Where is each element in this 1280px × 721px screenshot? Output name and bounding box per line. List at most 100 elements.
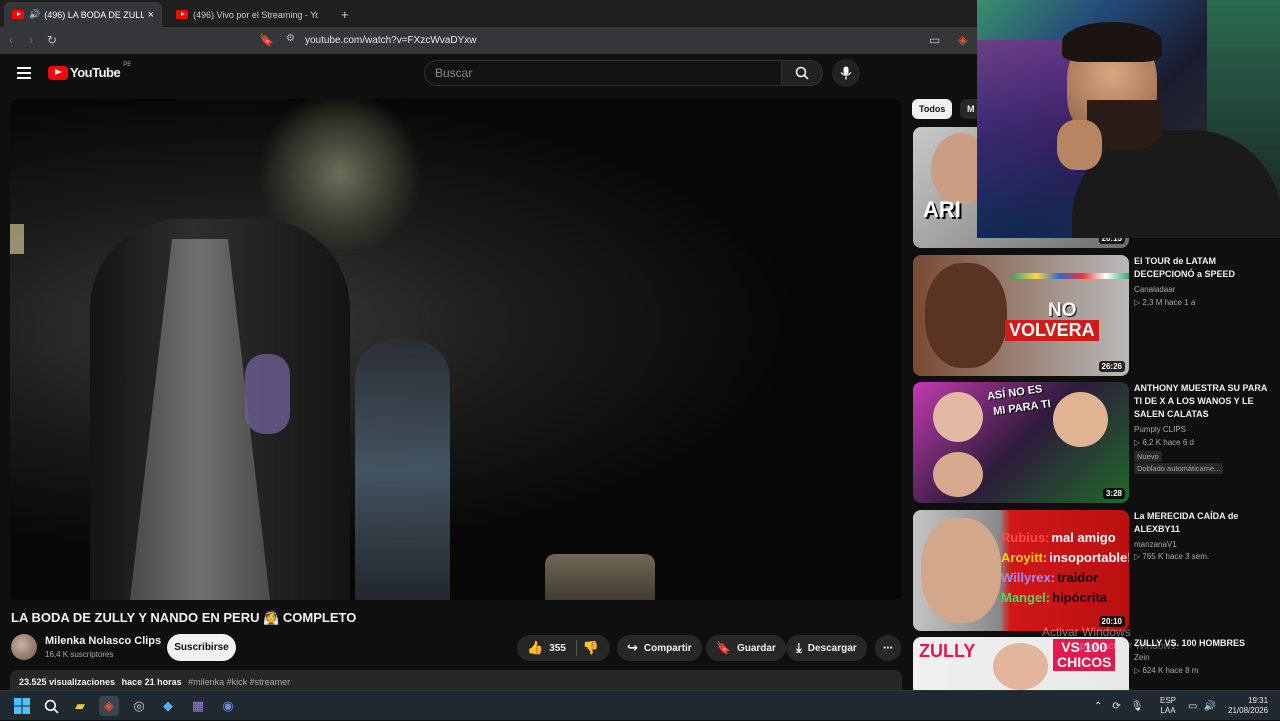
- forward-icon[interactable]: ›: [29, 33, 33, 47]
- app-icon-2[interactable]: ◆: [158, 696, 178, 716]
- quote-text: insoportable!: [1049, 550, 1129, 565]
- bookmark-icon[interactable]: 🔖: [259, 33, 274, 47]
- streamer-hair: [1062, 22, 1162, 62]
- thumb-face: [921, 518, 1001, 623]
- clock[interactable]: 19:31 21/08/2026: [1228, 691, 1268, 721]
- mic-tray-icon[interactable]: 🎙: [1131, 701, 1144, 712]
- like-icon[interactable]: 👍: [527, 640, 543, 656]
- quote-name: Mangel:: [1001, 590, 1051, 605]
- brave-shield-icon[interactable]: ◈: [958, 33, 967, 47]
- voice-search-button[interactable]: [832, 59, 860, 87]
- site-settings-icon[interactable]: ⚙: [286, 33, 295, 44]
- description-box[interactable]: 23.525 visualizaciones hace 21 horas #mi…: [10, 670, 902, 690]
- thumb-face: [993, 643, 1048, 690]
- save-button[interactable]: 🔖 Guardar: [706, 635, 786, 661]
- chip-todos[interactable]: Todos: [912, 99, 953, 119]
- close-tab-icon[interactable]: ×: [148, 9, 154, 21]
- windows-start-icon[interactable]: [12, 696, 32, 716]
- activation-watermark-title: Activar Windows: [1042, 625, 1131, 639]
- brave-browser-icon[interactable]: ◈: [99, 696, 119, 716]
- download-label: Descargar: [807, 642, 857, 654]
- youtube-logo[interactable]: YouTube PE: [48, 62, 131, 80]
- quote-name: Rubius:: [1001, 530, 1050, 545]
- video-title[interactable]: La MERECIDA CAÍDA de ALEXBY11: [1134, 510, 1274, 536]
- quote-text: traidor: [1057, 570, 1099, 585]
- tab-inactive[interactable]: (496) Vivo por el Streaming - YouTub...: [168, 2, 326, 27]
- thumbnail[interactable]: Rubius: mal amigo Aroyitt: insoportable! W…: [913, 510, 1129, 631]
- url-text: youtube.com/watch?v=FXzcWvaDYxw: [305, 35, 477, 46]
- channel-name[interactable]: Pumply CLIPS: [1134, 423, 1186, 436]
- video-title[interactable]: El TOUR de LATAM DECEPCIONÓ a SPEED: [1134, 255, 1274, 281]
- search-button[interactable]: [781, 60, 823, 86]
- address-bar[interactable]: ⚙ youtube.com/watch?v=FXzcWvaDYxw: [280, 30, 920, 51]
- share-icon: ↪: [627, 640, 638, 655]
- thumb-face: [933, 392, 983, 442]
- thumb-text: ARI: [923, 197, 961, 222]
- thumb-text-line2: VOLVERA: [1005, 320, 1099, 341]
- speaker-icon: 🔊: [29, 9, 41, 19]
- video-player[interactable]: [10, 99, 902, 600]
- sync-icon[interactable]: ⟳: [1112, 701, 1120, 712]
- browser-tab-strip: 🔊 (496) LA BODA DE ZULLY Y N... × (496) …: [0, 0, 977, 27]
- dubbed-badge: Doblado automáticame...: [1134, 463, 1224, 474]
- network-icon[interactable]: ▭: [1188, 701, 1197, 712]
- language-indicator[interactable]: ESP LAA: [1160, 691, 1176, 721]
- channel-name[interactable]: Canaladaar: [1134, 283, 1175, 296]
- back-icon[interactable]: ‹: [9, 33, 13, 47]
- thumb-text-line1: ZULLY: [919, 641, 976, 661]
- more-actions-button[interactable]: ⋯: [875, 635, 901, 661]
- tab-active[interactable]: 🔊 (496) LA BODA DE ZULLY Y N... ×: [4, 2, 162, 27]
- more-icon: ⋯: [883, 642, 893, 654]
- file-explorer-icon[interactable]: ▰: [70, 696, 90, 716]
- save-icon: 🔖: [716, 641, 731, 655]
- light-spot: [10, 224, 24, 254]
- new-tab-button[interactable]: +: [333, 2, 353, 27]
- thumb-quotes: Rubius: mal amigo Aroyitt: insoportable! W…: [1001, 528, 1129, 608]
- subscriber-count: 16,4 K suscriptores: [45, 650, 114, 659]
- subscribe-button[interactable]: Suscribirse: [167, 634, 236, 661]
- tab-title: (496) Vivo por el Streaming - YouTub...: [193, 9, 318, 20]
- search-placeholder: Buscar: [435, 66, 473, 80]
- clock-date: 21/08/2026: [1228, 706, 1269, 715]
- channel-avatar[interactable]: [11, 634, 37, 660]
- cast-icon[interactable]: ▭: [929, 33, 940, 47]
- save-label: Guardar: [736, 642, 776, 654]
- reload-icon[interactable]: ↻: [47, 33, 57, 47]
- thumb-text-line1: NO: [1048, 300, 1077, 321]
- tray-overflow-icon[interactable]: ⌃: [1094, 701, 1102, 712]
- flags-strip: [1013, 273, 1129, 279]
- view-count: 23.525 visualizaciones: [19, 677, 116, 687]
- video-title[interactable]: ANTHONY MUESTRA SU PARA TI DE X A LOS WA…: [1134, 382, 1274, 421]
- menu-icon[interactable]: [17, 67, 31, 79]
- like-dislike-group: 👍 355 👎: [517, 635, 610, 661]
- channel-name[interactable]: Milenka Nolasco Clips: [45, 635, 161, 647]
- channel-name[interactable]: Zein: [1134, 651, 1150, 664]
- dislike-icon[interactable]: 👎: [583, 640, 599, 656]
- app-icon-1[interactable]: ◎: [129, 696, 149, 716]
- thumb-face: [925, 263, 1007, 368]
- thumbnail[interactable]: NO VOLVERA 26:26: [913, 255, 1129, 376]
- video-meta: ▷ 765 K hace 3 sem.: [1134, 552, 1210, 561]
- like-count[interactable]: 355: [549, 643, 566, 654]
- boutonniere-figure: [245, 354, 290, 434]
- microphone-icon: [840, 66, 852, 80]
- streamer-webcam: [977, 0, 1280, 238]
- logo-text: YouTube: [70, 65, 121, 80]
- thumb-text-line2: MI PARA TI: [992, 398, 1052, 418]
- new-badge: Nuevo: [1134, 451, 1162, 462]
- download-button[interactable]: ⤓ Descargar: [786, 635, 867, 661]
- thumb-face: [1053, 392, 1108, 447]
- app-icon-3[interactable]: ▦: [188, 696, 208, 716]
- share-button[interactable]: ↪ Compartir: [617, 635, 702, 661]
- thumbnail[interactable]: ASÍ NO ES MI PARA TI 3:28: [913, 382, 1129, 503]
- youtube-header: YouTube PE Buscar: [0, 54, 977, 96]
- search-input[interactable]: Buscar: [424, 60, 782, 86]
- language-code: ESP: [1160, 696, 1177, 705]
- discord-icon[interactable]: ◉: [218, 696, 238, 716]
- search-icon[interactable]: [41, 696, 61, 716]
- volume-icon[interactable]: 🔊: [1203, 701, 1215, 712]
- search-icon: [795, 66, 809, 80]
- youtube-favicon-icon: [12, 10, 24, 19]
- hashtags[interactable]: #milenka #kick #streamer: [188, 677, 290, 687]
- duration-badge: 3:28: [1102, 488, 1125, 499]
